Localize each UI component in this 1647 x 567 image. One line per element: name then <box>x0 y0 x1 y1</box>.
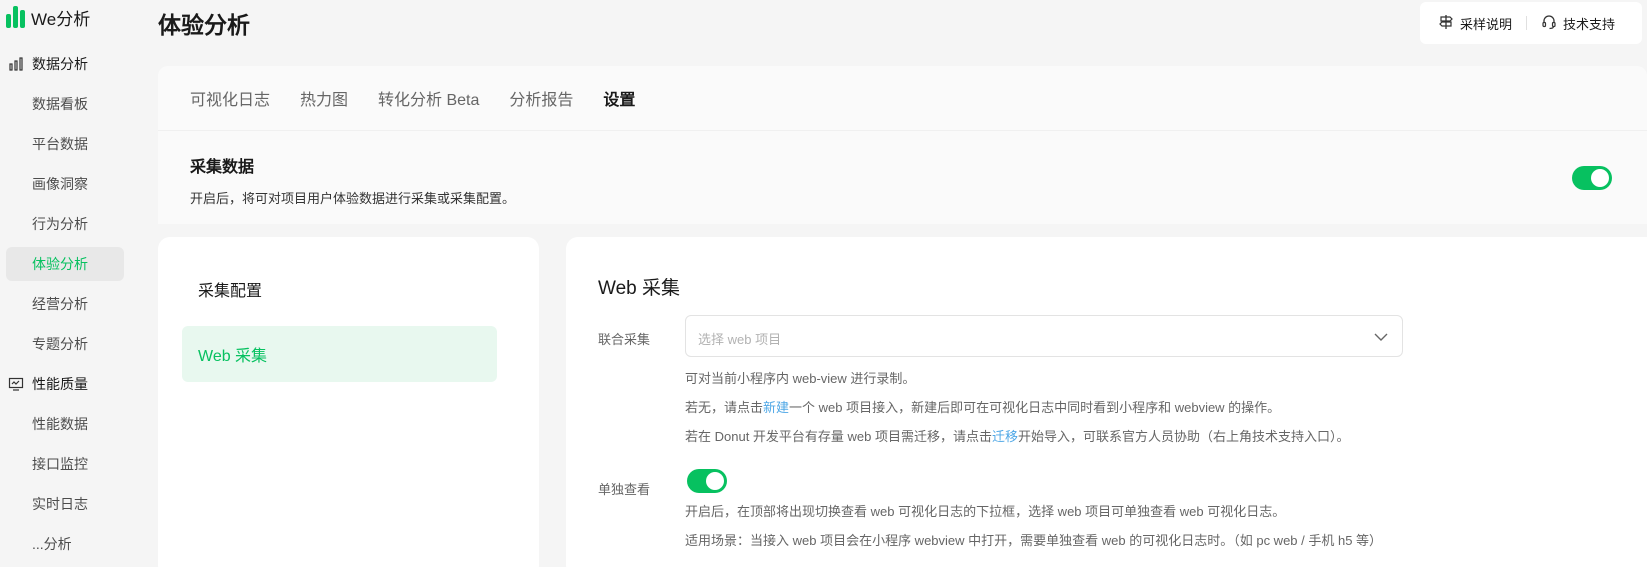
joint-help-3-post: 开始导入，可联系官方人员协助（右上角技术支持入口）。 <box>1018 429 1350 444</box>
sidebar-item-platform-data[interactable]: 平台数据 <box>6 127 124 161</box>
standalone-view-toggle[interactable] <box>687 469 727 493</box>
sampling-info-label: 采样说明 <box>1460 16 1513 32</box>
signpost-icon <box>1438 14 1454 33</box>
web-project-select-placeholder: 选择 web 项目 <box>698 332 782 347</box>
sidebar-item-dashboard[interactable]: 数据看板 <box>6 87 124 121</box>
app-name: We分析 <box>31 9 91 29</box>
sidebar-group-label: 数据分析 <box>32 56 88 72</box>
sampling-info-button[interactable]: 采样说明 <box>1438 14 1512 33</box>
sidebar-item-more[interactable]: ...分析 <box>6 527 124 561</box>
tab-visual-log[interactable]: 可视化日志 <box>190 86 270 110</box>
create-web-project-link[interactable]: 新建 <box>763 400 789 415</box>
web-collect-title: Web 采集 <box>598 278 681 299</box>
sidebar-item-behavior[interactable]: 行为分析 <box>6 207 124 241</box>
collect-data-desc: 开启后，将可对项目用户体验数据进行采集或采集配置。 <box>190 191 516 206</box>
bar-chart-icon <box>8 56 24 72</box>
sidebar-group-label: 性能质量 <box>32 376 88 392</box>
sidebar-item-perf-data[interactable]: 性能数据 <box>6 407 124 441</box>
joint-help-1: 可对当前小程序内 web-view 进行录制。 <box>685 371 916 386</box>
joint-help-3-pre: 若在 Donut 开发平台有存量 web 项目需迁移，请点击 <box>685 429 992 444</box>
tab-heatmap[interactable]: 热力图 <box>300 86 348 110</box>
sidebar-item-topic[interactable]: 专题分析 <box>6 327 124 361</box>
standalone-help-1: 开启后，在顶部将出现切换查看 web 可视化日志的下拉框，选择 web 项目可单… <box>685 504 1286 519</box>
sidebar-item-experience[interactable]: 体验分析 <box>6 247 124 281</box>
sidebar-item-api-monitor[interactable]: 接口监控 <box>6 447 124 481</box>
sidebar-group-data-analysis[interactable]: 数据分析 <box>0 44 130 84</box>
sidebar-item-portrait[interactable]: 画像洞察 <box>6 167 124 201</box>
migrate-link[interactable]: 迁移 <box>992 429 1018 444</box>
standalone-view-label: 单独查看 <box>598 482 651 497</box>
config-title: 采集配置 <box>198 283 263 300</box>
config-item-web[interactable]: Web 采集 <box>182 326 497 382</box>
page-title: 体验分析 <box>158 12 250 38</box>
sidebar-item-realtime-log[interactable]: 实时日志 <box>6 487 124 521</box>
app-logo[interactable]: We分析 <box>6 4 90 30</box>
monitor-icon <box>8 376 24 392</box>
tab-settings[interactable]: 设置 <box>603 86 635 110</box>
joint-collect-label: 联合采集 <box>598 332 651 347</box>
tech-support-label: 技术支持 <box>1563 16 1616 32</box>
headset-icon <box>1541 14 1557 33</box>
web-collect-panel: Web 采集 联合采集 选择 web 项目 可对当前小程序内 web-view … <box>566 237 1647 567</box>
config-panel: 采集配置 Web 采集 <box>158 237 539 567</box>
tab-conversion[interactable]: 转化分析 Beta <box>378 86 479 110</box>
collect-data-toggle[interactable] <box>1572 166 1612 190</box>
sidebar: We分析 数据分析 数据看板 平台数据 画像洞察 行为分析 体验分析 经营分析 … <box>0 0 130 567</box>
tech-support-button[interactable]: 技术支持 <box>1541 14 1615 33</box>
collect-data-title: 采集数据 <box>190 159 255 176</box>
standalone-help-2: 适用场景：当接入 web 项目会在小程序 webview 中打开，需要单独查看 … <box>685 533 1383 548</box>
divider <box>1526 16 1528 30</box>
joint-help-2-post: 一个 web 项目接入，新建后即可在可视化日志中同时看到小程序和 webview… <box>789 400 1281 415</box>
sidebar-item-business[interactable]: 经营分析 <box>6 287 124 321</box>
logo-icon <box>6 6 25 28</box>
web-project-select[interactable]: 选择 web 项目 <box>685 315 1403 357</box>
top-actions: 采样说明 技术支持 <box>1420 2 1642 44</box>
tab-report[interactable]: 分析报告 <box>509 86 573 110</box>
joint-help-2: 若无，请点击新建一个 web 项目接入，新建后即可在可视化日志中同时看到小程序和… <box>685 397 1280 416</box>
sidebar-group-performance[interactable]: 性能质量 <box>0 364 130 404</box>
chevron-down-icon <box>1374 330 1388 349</box>
joint-help-3: 若在 Donut 开发平台有存量 web 项目需迁移，请点击迁移开始导入，可联系… <box>685 426 1350 445</box>
joint-help-2-pre: 若无，请点击 <box>685 400 764 415</box>
collect-data-section <box>158 130 1647 224</box>
tab-bar: 可视化日志 热力图 转化分析 Beta 分析报告 设置 <box>158 66 1647 130</box>
